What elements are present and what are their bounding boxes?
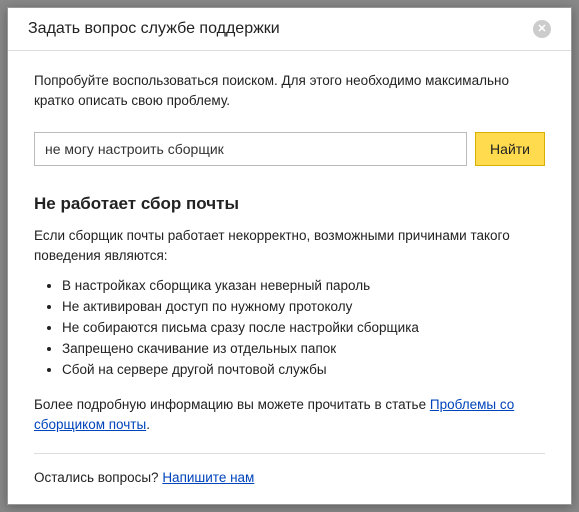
contact-link[interactable]: Напишите нам [162, 470, 254, 485]
footer-prefix: Остались вопросы? [34, 470, 162, 485]
reasons-list: В настройках сборщика указан неверный па… [34, 276, 545, 381]
modal-header: Задать вопрос службе поддержки ✕ [8, 8, 571, 51]
intro-text: Попробуйте воспользоваться поиском. Для … [34, 71, 545, 112]
list-item: Не активирован доступ по нужному протоко… [62, 297, 545, 318]
list-item: Запрещено скачивание из отдельных папок [62, 339, 545, 360]
search-input[interactable] [34, 132, 467, 166]
search-row: Найти [34, 132, 545, 166]
modal-title: Задать вопрос службе поддержки [28, 20, 280, 38]
list-item: Не собираются письма сразу после настрой… [62, 318, 545, 339]
footer-text: Остались вопросы? Напишите нам [34, 470, 545, 485]
more-info-prefix: Более подробную информацию вы можете про… [34, 397, 430, 412]
list-item: Сбой на сервере другой почтовой службы [62, 360, 545, 381]
search-button[interactable]: Найти [475, 132, 545, 166]
divider [34, 453, 545, 454]
close-icon[interactable]: ✕ [533, 20, 551, 38]
section-title: Не работает сбор почты [34, 194, 545, 214]
list-item: В настройках сборщика указан неверный па… [62, 276, 545, 297]
more-info: Более подробную информацию вы можете про… [34, 395, 545, 436]
more-info-suffix: . [146, 417, 150, 432]
support-modal: Задать вопрос службе поддержки ✕ Попробу… [7, 7, 572, 505]
modal-body: Попробуйте воспользоваться поиском. Для … [8, 51, 571, 504]
section-lead: Если сборщик почты работает некорректно,… [34, 226, 545, 267]
